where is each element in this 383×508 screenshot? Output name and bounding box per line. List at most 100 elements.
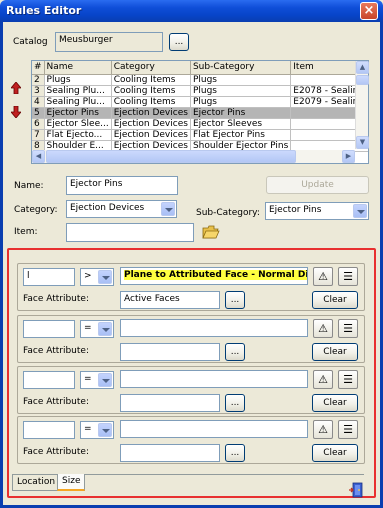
face-attribute-browse-button[interactable]: ... [225,291,245,309]
subcategory-value: Ejector Pins [269,205,322,215]
chevron-down-icon[interactable] [98,270,112,284]
table-header-row: # Name Category Sub-Category Item [32,61,368,75]
update-button[interactable]: Update [266,176,369,194]
expression-input[interactable]: Plane to Attributed Face - Normal Dist. [120,267,308,285]
name-input[interactable]: Ejector Pins [66,176,178,195]
formula-editor-icon[interactable]: ☰ [338,267,358,286]
scroll-up-arrow-icon[interactable]: ▲ [356,61,369,74]
close-button[interactable]: × [360,2,378,20]
cell-name: Ejector Pins [44,107,112,119]
cell-category: Ejection Devices [111,129,191,141]
item-input[interactable] [66,223,194,242]
clear-button[interactable]: Clear [312,291,358,309]
face-attribute-label: Face Attribute: [23,447,89,457]
cell-category: Cooling Items [111,96,191,108]
chevron-down-icon[interactable] [98,423,112,437]
formula-editor-icon[interactable]: ☰ [338,420,358,439]
row-number: 5 [32,107,45,119]
parameter-input[interactable] [23,421,75,439]
face-attribute-input[interactable]: Active Faces [120,291,220,309]
face-attribute-label: Face Attribute: [23,294,89,304]
table-row[interactable]: 6 Ejector Slee... Ejection Devices Eject… [32,118,368,130]
table-row[interactable]: 3 Sealing Plu... Cooling Items Plugs E20… [32,85,368,97]
chevron-down-icon[interactable] [353,204,367,218]
catalog-browse-button[interactable]: ... [169,33,189,51]
column-header[interactable]: Name [44,61,112,75]
row-number: 4 [32,96,45,108]
table-row[interactable]: 2 Plugs Cooling Items Plugs [32,74,368,86]
cell-name: Ejector Slee... [44,118,112,130]
rules-table[interactable]: # Name Category Sub-Category Item 2 Plug… [31,60,369,164]
table-row[interactable]: 4 Sealing Plu... Cooling Items Plugs E20… [32,96,368,108]
category-value: Ejection Devices [70,203,145,213]
face-attribute-browse-button[interactable]: ... [225,394,245,412]
face-select-icon[interactable]: ⚠ [313,319,333,338]
formula-editor-icon[interactable]: ☰ [338,370,358,389]
expression-text: Plane to Attributed Face - Normal Dist. [124,270,307,280]
cell-subcategory: Plugs [190,85,292,97]
row-number: 2 [32,74,45,86]
open-folder-icon[interactable] [201,223,221,241]
subcategory-select[interactable]: Ejector Pins [265,202,369,220]
tab-size[interactable]: Size [57,474,86,491]
expression-input[interactable] [120,370,308,388]
scroll-down-arrow-icon[interactable]: ▼ [356,136,369,149]
formula-editor-icon[interactable]: ☰ [338,319,358,338]
face-select-icon[interactable]: ⚠ [313,370,333,389]
operator-select[interactable]: = [80,371,114,389]
cell-subcategory: Plugs [190,74,292,86]
column-header[interactable]: Sub-Category [190,61,292,75]
cell-subcategory: Ejector Sleeves [190,118,292,130]
chevron-down-icon[interactable] [98,322,112,336]
face-attribute-browse-button[interactable]: ... [225,444,245,462]
row-number: 6 [32,118,45,130]
cell-category: Cooling Items [111,74,191,86]
operator-select[interactable]: > [80,268,114,286]
item-label: Item: [14,227,38,237]
face-select-icon[interactable]: ⚠ [313,420,333,439]
condition-block: = ⚠ ☰ Face Attribute: ... Clear [17,366,365,414]
operator-select[interactable]: = [80,421,114,439]
tab-location[interactable]: Location [12,475,61,491]
table-vertical-scrollbar[interactable]: ▲ ▼ [355,61,369,149]
face-attribute-input[interactable] [120,343,220,361]
clear-button[interactable]: Clear [312,444,358,462]
cell-category: Cooling Items [111,85,191,97]
chevron-down-icon[interactable] [98,373,112,387]
exit-door-icon[interactable] [348,482,366,498]
horizontal-scroll-thumb[interactable] [46,150,296,163]
face-attribute-browse-button[interactable]: ... [225,343,245,361]
cell-name: Plugs [44,74,112,86]
chevron-down-icon[interactable] [161,202,175,216]
title-bar: Rules Editor × [0,0,383,22]
scroll-left-arrow-icon[interactable]: ◀ [32,150,45,163]
clear-button[interactable]: Clear [312,394,358,412]
table-row-selected[interactable]: 5 Ejector Pins Ejection Devices Ejector … [32,107,368,119]
parameter-input[interactable] [23,371,75,389]
column-header[interactable]: # [32,61,45,75]
operator-value: > [84,271,92,281]
column-header[interactable]: Category [111,61,191,75]
parameter-input[interactable]: l [23,268,75,286]
row-number: 7 [32,129,45,141]
category-select[interactable]: Ejection Devices [66,200,177,218]
face-select-icon[interactable]: ⚠ [313,267,333,286]
cell-name: Flat Ejecto... [44,129,112,141]
operator-select[interactable]: = [80,320,114,338]
move-down-icon[interactable] [10,105,22,119]
subcategory-label: Sub-Category: [196,208,260,218]
row-number: 3 [32,85,45,97]
face-attribute-input[interactable] [120,394,220,412]
scroll-right-arrow-icon[interactable]: ▶ [342,150,355,163]
expression-input[interactable] [120,420,308,438]
parameter-input[interactable] [23,320,75,338]
table-horizontal-scrollbar[interactable]: ◀ ▶ [32,150,355,163]
face-attribute-input[interactable] [120,444,220,462]
table-row[interactable]: 7 Flat Ejecto... Ejection Devices Flat E… [32,129,368,141]
clear-button[interactable]: Clear [312,343,358,361]
expression-input[interactable] [120,319,308,337]
cell-subcategory: Ejector Pins [190,107,292,119]
move-up-icon[interactable] [10,81,22,95]
condition-block: l > Plane to Attributed Face - Normal Di… [17,263,365,311]
vertical-scroll-thumb[interactable] [356,75,369,85]
